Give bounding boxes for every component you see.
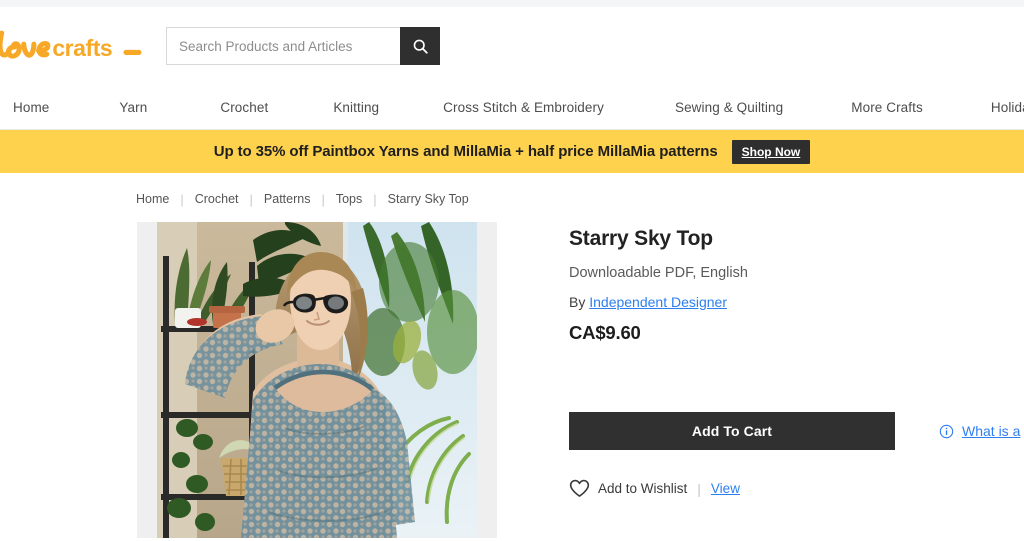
view-wishlist-link[interactable]: View — [711, 481, 740, 496]
product-format: Downloadable PDF, English — [569, 265, 748, 281]
product-price: CA$9.60 — [569, 322, 641, 343]
heart-icon[interactable] — [569, 479, 590, 498]
search-icon — [412, 38, 429, 55]
top-strip — [0, 0, 1024, 7]
info-circle-icon — [939, 424, 954, 439]
designer-link[interactable]: Independent Designer — [589, 294, 727, 310]
search-input[interactable] — [166, 27, 400, 65]
product-details: Starry Sky Top Downloadable PDF, English… — [569, 222, 1024, 538]
svg-text:crafts: crafts — [52, 35, 112, 61]
nav-item-knitting[interactable]: Knitting — [333, 100, 379, 115]
primary-navigation: Home Yarn Crochet Knitting Cross Stitch … — [0, 85, 1024, 130]
nav-item-sewing-quilting[interactable]: Sewing & Quilting — [675, 100, 783, 115]
nav-item-holidays[interactable]: Holidays — [991, 100, 1024, 115]
nav-item-home[interactable]: Home — [13, 100, 49, 115]
what-is-help[interactable]: What is a — [939, 423, 1020, 439]
what-is-link[interactable]: What is a — [962, 423, 1020, 439]
search-button[interactable] — [400, 27, 440, 65]
product-image[interactable] — [157, 222, 477, 538]
product-title: Starry Sky Top — [569, 227, 713, 250]
breadcrumb-item-tops[interactable]: Tops — [325, 192, 373, 206]
promo-text: Up to 35% off Paintbox Yarns and MillaMi… — [213, 143, 718, 160]
main-content: Home | Crochet | Patterns | Tops | Starr… — [0, 173, 1024, 541]
nav-item-crochet[interactable]: Crochet — [220, 100, 268, 115]
nav-item-more-crafts[interactable]: More Crafts — [851, 100, 923, 115]
product-gallery[interactable] — [137, 222, 497, 538]
breadcrumb-item-home[interactable]: Home — [136, 192, 180, 206]
wishlist-separator: | — [697, 480, 701, 497]
breadcrumb-item-crochet[interactable]: Crochet — [184, 192, 250, 206]
add-to-wishlist-label[interactable]: Add to Wishlist — [598, 481, 687, 496]
nav-item-yarn[interactable]: Yarn — [119, 100, 147, 115]
add-to-cart-button[interactable]: Add To Cart — [569, 412, 895, 450]
promo-banner: Up to 35% off Paintbox Yarns and MillaMi… — [0, 130, 1024, 173]
cart-row: Add To Cart What is a — [569, 412, 1024, 450]
product-row: Starry Sky Top Downloadable PDF, English… — [0, 222, 1024, 538]
shop-now-button[interactable]: Shop Now — [731, 139, 811, 164]
lovecrafts-logo[interactable]: crafts — [0, 23, 161, 69]
product-designer-line: By Independent Designer — [569, 294, 1024, 310]
wishlist-row: Add to Wishlist | View — [569, 479, 1024, 498]
search-bar — [166, 27, 440, 65]
nav-item-cross-stitch-embroidery[interactable]: Cross Stitch & Embroidery — [443, 100, 604, 115]
breadcrumb-item-patterns[interactable]: Patterns — [253, 192, 322, 206]
breadcrumb: Home | Crochet | Patterns | Tops | Starr… — [136, 189, 1024, 209]
site-header: crafts — [0, 7, 1024, 85]
by-prefix: By — [569, 294, 586, 310]
breadcrumb-item-current: Starry Sky Top — [387, 192, 469, 206]
